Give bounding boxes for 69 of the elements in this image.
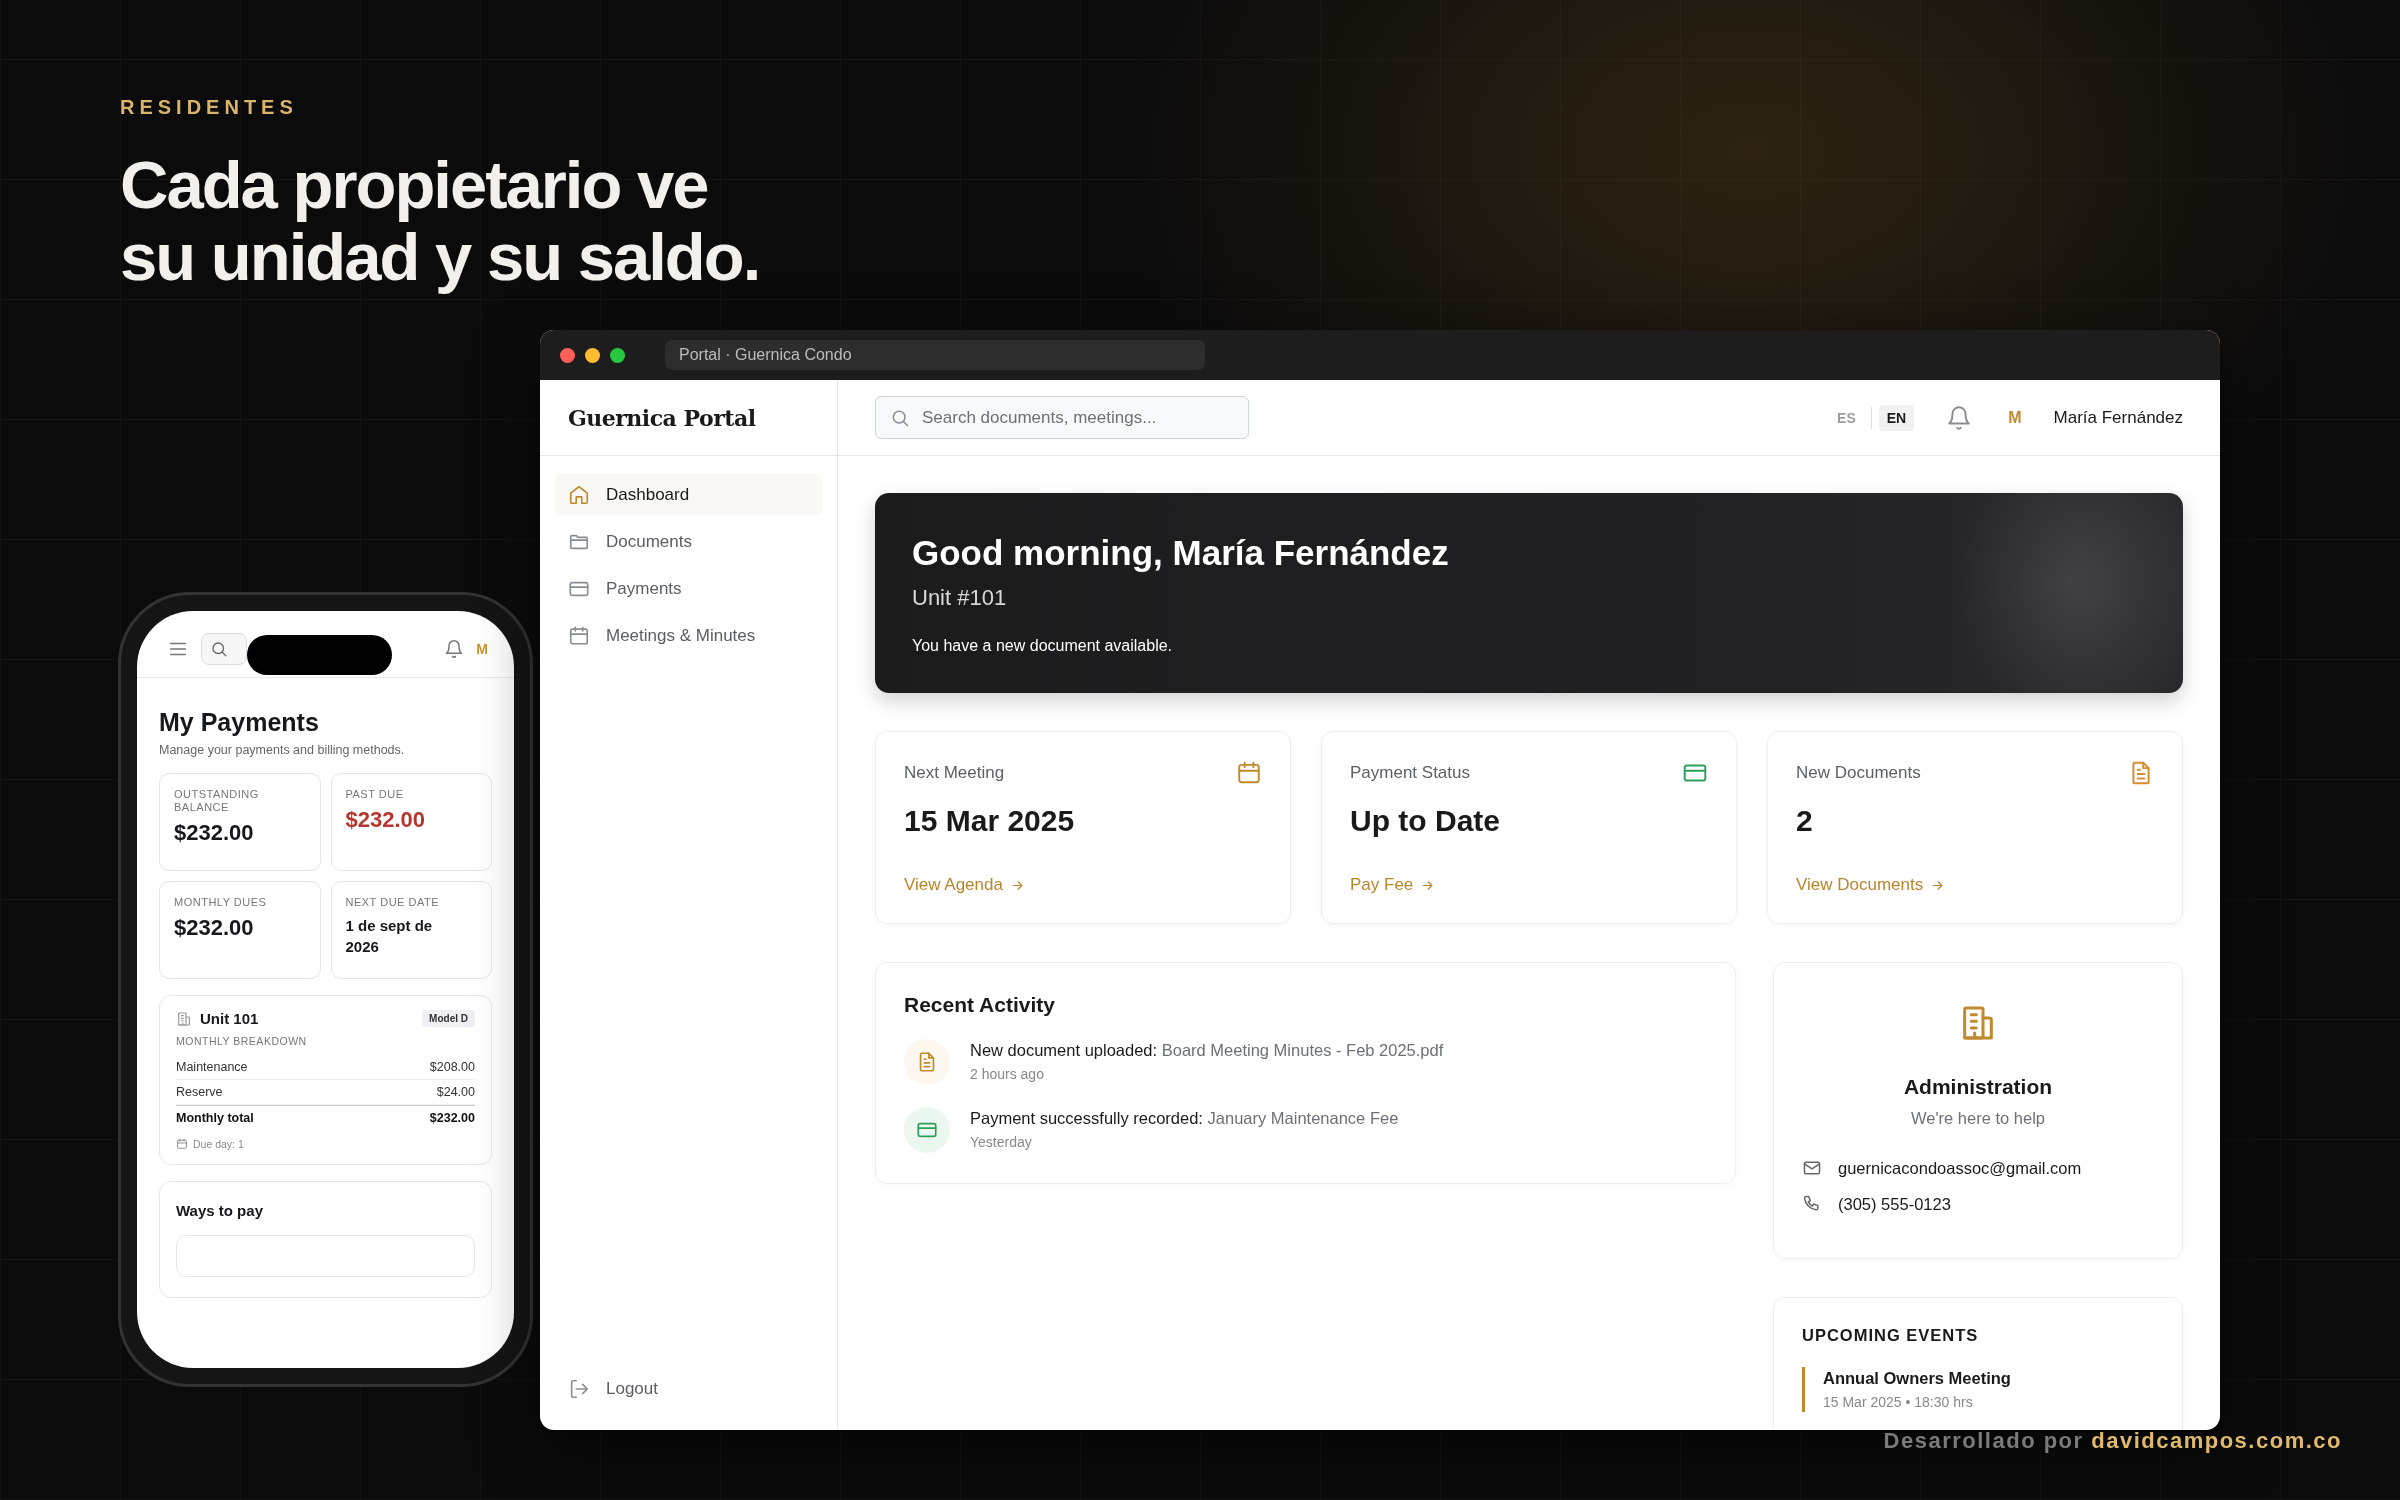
summary-label: OUTSTANDING BALANCE: [174, 788, 260, 814]
bell-icon: [1946, 404, 1973, 431]
calendar-icon: [568, 624, 590, 647]
search-icon: [210, 640, 228, 658]
summary-label: MONTHLY DUES: [174, 896, 268, 909]
card-title: Administration: [1903, 1075, 2053, 1099]
language-toggle[interactable]: EN: [1878, 404, 1915, 431]
breakdown-label: Reserve: [176, 1085, 223, 1099]
event-date: 15 Mar 2025 • 18:30 hrs: [1823, 1394, 1973, 1410]
stat-value: 15 Mar 2025: [904, 804, 1075, 838]
email-link[interactable]: guernicacondoassoc@gmail.com: [1838, 1158, 2082, 1178]
credit-text: Desarrollado por davidcampos.com.co: [1883, 1428, 2342, 1454]
breakdown-label: Monthly total: [176, 1111, 254, 1125]
section-label: MONTHLY BREAKDOWN: [176, 1035, 308, 1047]
stat-value: 2: [1796, 804, 1813, 838]
headline: su unidad y su saldo.: [120, 221, 760, 293]
calendar-icon: [176, 1138, 188, 1150]
summary-value: $232.00: [174, 915, 255, 941]
sidebar-item[interactable]: Payments: [554, 568, 823, 609]
breakdown-label: Maintenance: [176, 1060, 248, 1074]
brand-logo[interactable]: Guernica Portal: [568, 404, 756, 431]
mail-icon: [1802, 1158, 1822, 1178]
logout-icon: [568, 1378, 590, 1400]
model-badge: Model D: [422, 1010, 475, 1027]
bell-icon: [444, 639, 465, 659]
sidebar-item[interactable]: Meetings & Minutes: [554, 615, 823, 656]
sidebar-item[interactable]: Dashboard: [554, 474, 823, 515]
home-icon: [568, 483, 590, 506]
activity-time: 2 hours ago: [970, 1066, 1044, 1082]
card-title: Recent Activity: [904, 993, 1055, 1017]
activity-text: New document uploaded: Board Meeting Minutes - Feb 2025.pdf: [970, 1041, 1444, 1060]
breakdown-amount: $232.00: [429, 1111, 475, 1125]
summary-value: $232.00: [174, 820, 255, 846]
activity-text: Payment successfully recorded: January Maintenance Fee: [970, 1109, 1399, 1128]
summary-label: NEXT DUE DATE: [345, 896, 440, 909]
breakdown-amount: $24.00: [436, 1085, 475, 1099]
search-field[interactable]: [201, 633, 247, 665]
card-title: UPCOMING EVENTS: [1802, 1326, 1979, 1345]
phone-number: (305) 555-0123: [1838, 1194, 1951, 1214]
card-title: Ways to pay: [176, 1202, 264, 1219]
due-day: Due day: 1: [193, 1138, 244, 1150]
section-eyebrow: RESIDENTES: [120, 96, 298, 119]
logout-button[interactable]: Logout: [568, 1378, 658, 1400]
address-bar[interactable]: Portal · Guernica Condo: [665, 340, 1205, 370]
stat-value: Up to Date: [1350, 804, 1500, 838]
card-subtitle: We're here to help: [1911, 1109, 2045, 1128]
search-field[interactable]: Search documents, meetings...: [875, 396, 1249, 439]
stat-label: Next Meeting: [904, 763, 1005, 783]
page-title: My Payments: [159, 708, 320, 737]
notice-text: You have a new document available.: [912, 637, 1173, 655]
stat-label: New Documents: [1796, 763, 1921, 783]
building-icon: [176, 1010, 192, 1027]
close-button[interactable]: [560, 347, 575, 363]
minimize-button[interactable]: [585, 347, 600, 363]
summary-value: 1 de sept de 2026: [345, 916, 434, 957]
breakdown-amount: $208.00: [429, 1060, 475, 1074]
activity-time: Yesterday: [970, 1134, 1032, 1150]
user-name[interactable]: María Fernández: [2053, 407, 2183, 428]
headline: Cada propietario ve: [120, 149, 708, 221]
maximize-button[interactable]: [610, 347, 625, 363]
stat-label: Payment Status: [1350, 763, 1470, 783]
summary-label: PAST DUE: [345, 788, 405, 801]
greeting: Good morning, María Fernández: [912, 533, 1449, 573]
unit-label: Unit #101: [912, 585, 1007, 611]
sidebar-item[interactable]: Documents: [554, 521, 823, 562]
page-subtitle: Manage your payments and billing methods.: [159, 743, 406, 757]
unit-name: Unit 101: [200, 1010, 260, 1027]
summary-value: $232.00: [345, 807, 427, 833]
event-name: Annual Owners Meeting: [1823, 1369, 2011, 1388]
